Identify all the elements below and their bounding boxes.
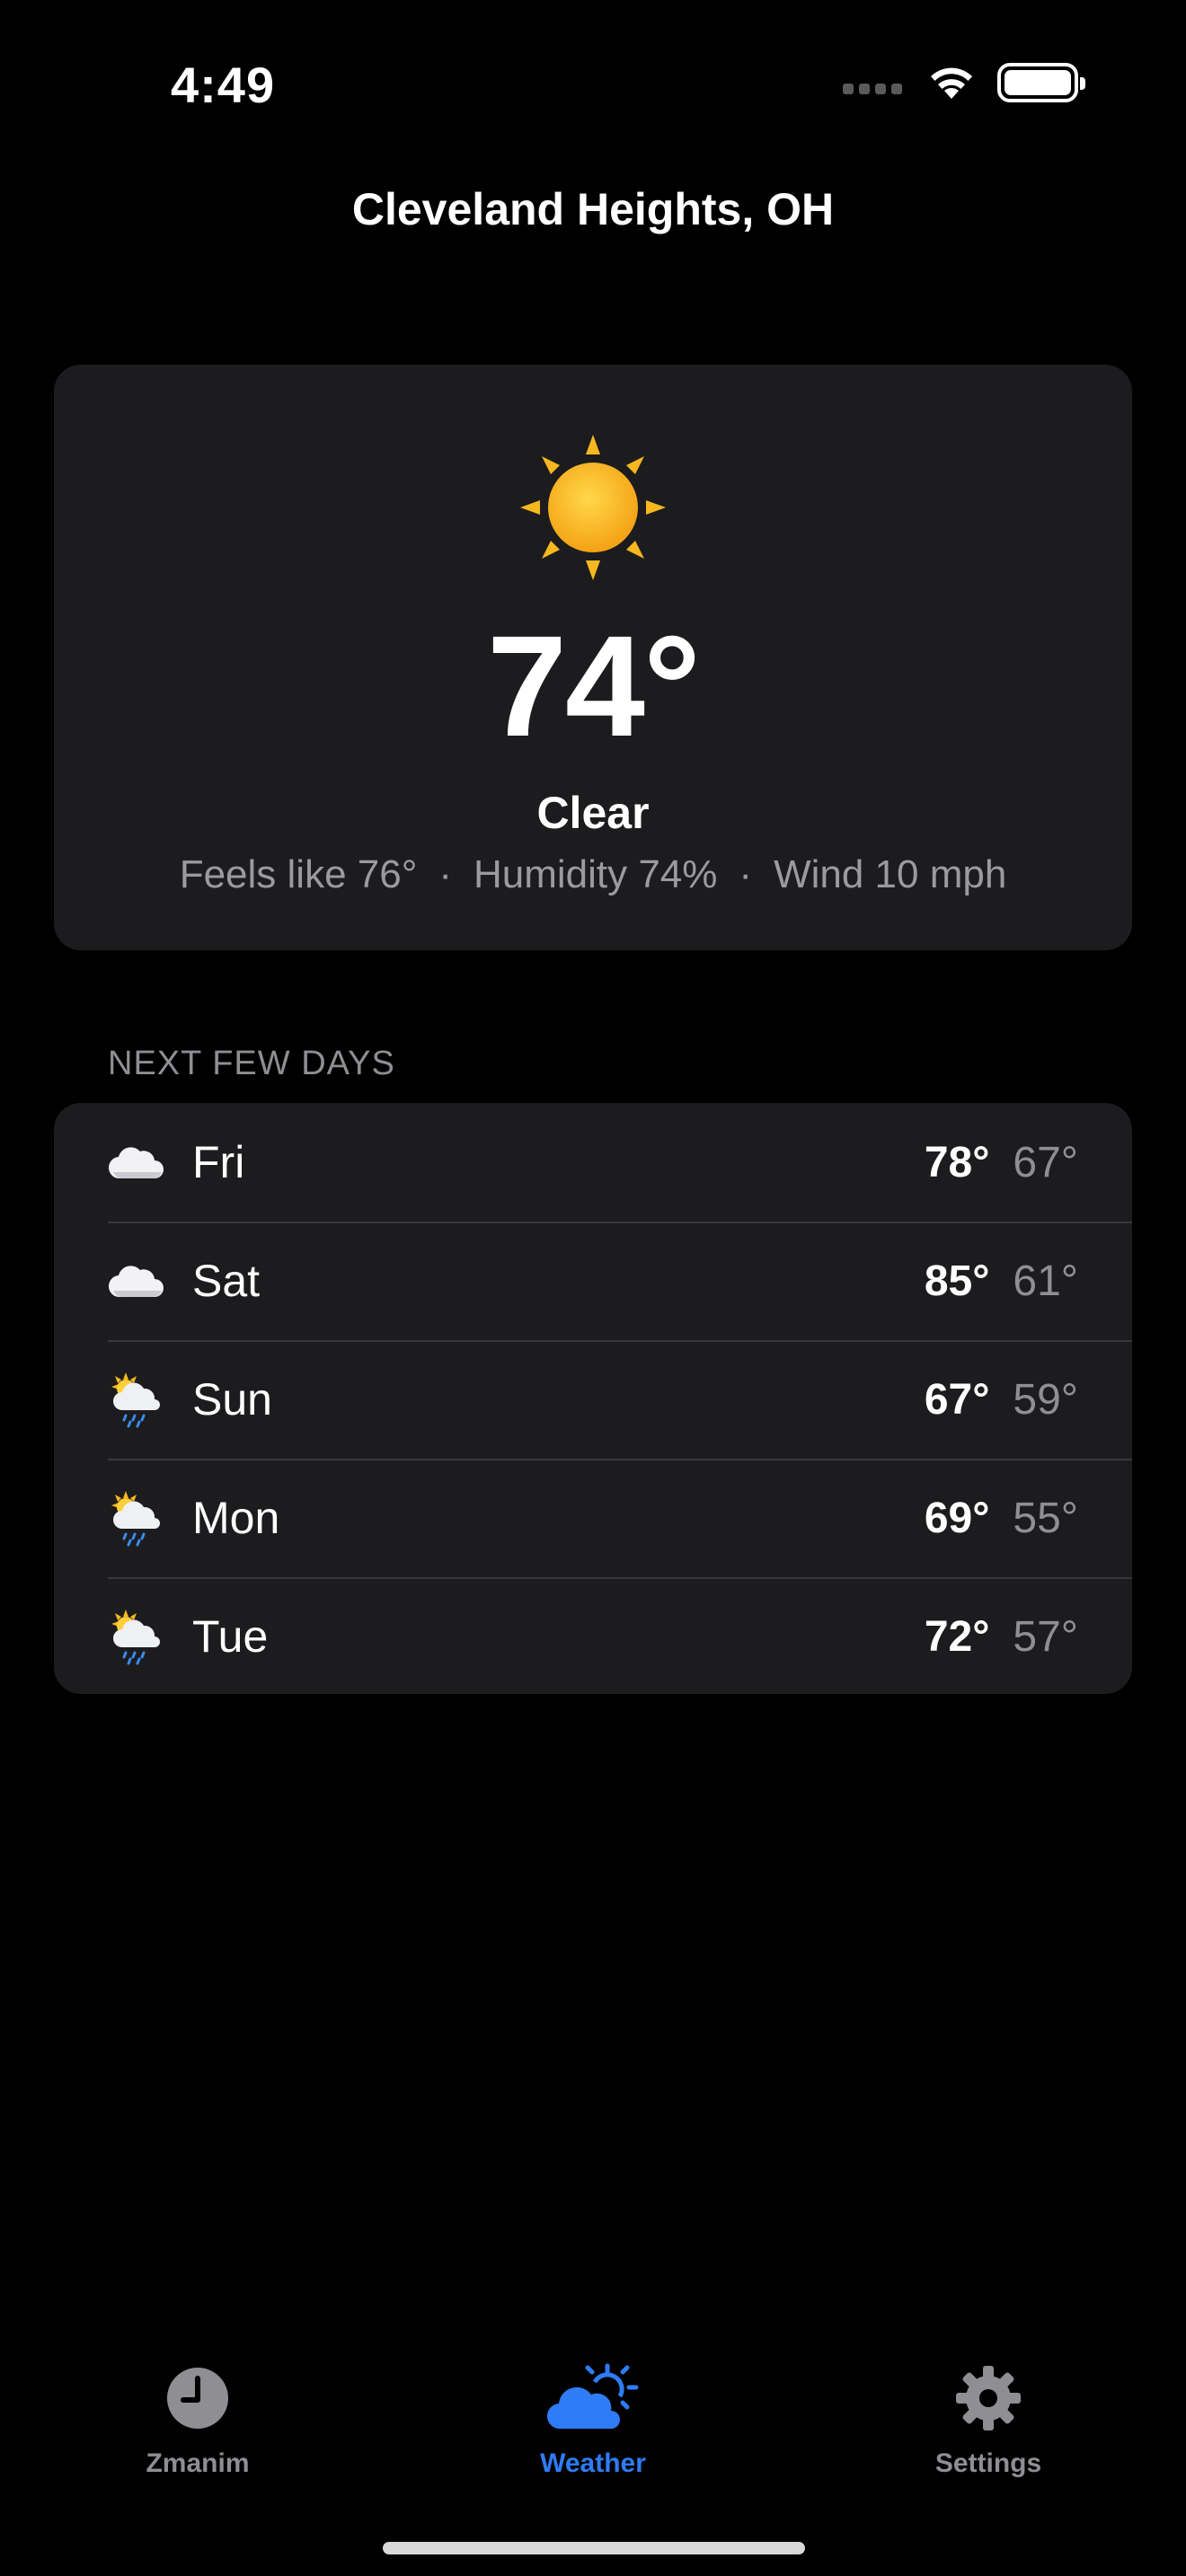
current-weather-card: 74° Clear Feels like 76° · Humidity 74% · Wi… <box>54 365 1132 950</box>
cloud-icon <box>108 1134 165 1191</box>
forecast-day: Mon <box>192 1493 280 1543</box>
sun-rain-cloud-icon <box>108 1489 165 1547</box>
forecast-section-header: NEXT FEW DAYS <box>108 1045 395 1082</box>
location-title: Cleveland Heights, OH <box>351 184 835 234</box>
forecast-day: Tue <box>192 1611 269 1662</box>
forecast-high: 67° <box>924 1375 990 1424</box>
tab-label: Weather <box>540 2448 646 2478</box>
sun-icon <box>520 435 666 580</box>
tab-zmanim[interactable]: Zmanim <box>108 2359 288 2479</box>
forecast-day: Fri <box>192 1137 245 1187</box>
status-icons <box>843 63 1085 102</box>
forecast-low: 67° <box>1013 1138 1078 1187</box>
forecast-high: 78° <box>924 1138 990 1187</box>
clock-icon <box>167 2368 228 2429</box>
separator: · <box>739 852 753 896</box>
cloud-sun-icon <box>546 2363 639 2430</box>
current-details: Feels like 76° · Humidity 74% · Wind 10 mph <box>54 852 1132 897</box>
cloud-icon <box>108 1252 165 1310</box>
signal-icon <box>843 84 902 94</box>
forecast-low: 57° <box>1013 1612 1078 1661</box>
tab-label: Settings <box>934 2448 1042 2478</box>
forecast-row-sat: Sat 85° 61° <box>54 1222 1132 1340</box>
home-indicator[interactable] <box>383 2542 805 2554</box>
sun-rain-cloud-icon <box>108 1371 165 1428</box>
forecast-row-sun: Sun 67° 59° <box>54 1340 1132 1459</box>
forecast-day: Sun <box>192 1374 272 1425</box>
tab-settings[interactable]: Settings <box>898 2359 1078 2479</box>
sun-rain-cloud-icon <box>108 1608 165 1665</box>
wifi-icon <box>931 67 972 99</box>
feels-like: Feels like 76° <box>179 852 418 896</box>
forecast-row-tue: Tue 72° 57° <box>54 1577 1132 1694</box>
forecast-list: Fri 78° 67° Sat 85° 61° Sun 67° 59° Mon … <box>54 1103 1132 1694</box>
forecast-low: 61° <box>1013 1257 1078 1305</box>
wind: Wind 10 mph <box>774 852 1007 896</box>
forecast-high: 72° <box>924 1612 990 1661</box>
forecast-high: 85° <box>924 1257 990 1305</box>
status-time: 4:49 <box>171 57 276 113</box>
forecast-row-mon: Mon 69° 55° <box>54 1459 1132 1577</box>
tab-weather[interactable]: Weather <box>503 2359 683 2479</box>
battery-icon <box>997 63 1085 102</box>
forecast-row-fri: Fri 78° 67° <box>54 1103 1132 1222</box>
gear-icon <box>956 2366 1021 2430</box>
forecast-low: 55° <box>1013 1494 1078 1542</box>
tab-label: Zmanim <box>146 2448 250 2478</box>
weather-screen: 4:49 Cleveland Heights, OH 74° Clear Fee… <box>0 0 1186 2576</box>
forecast-high: 69° <box>924 1494 990 1542</box>
separator: · <box>438 852 452 896</box>
humidity: Humidity 74% <box>473 852 718 896</box>
forecast-day: Sat <box>192 1256 261 1306</box>
current-condition: Clear <box>536 788 650 838</box>
current-temperature: 74° <box>487 605 701 766</box>
forecast-low: 59° <box>1013 1375 1078 1424</box>
